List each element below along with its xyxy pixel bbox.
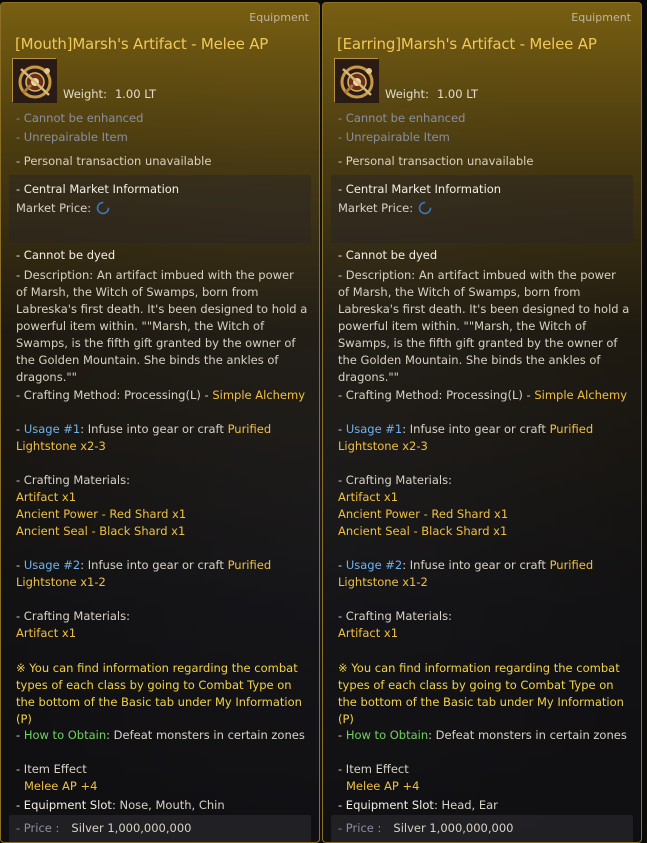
equipment-slot: - Equipment Slot: Nose, Mouth, Chin bbox=[16, 798, 225, 812]
item-effect-label: - Item Effect bbox=[338, 762, 409, 776]
usage-1-label: Usage #1 bbox=[345, 422, 403, 436]
materials-2-label: - Crafting Materials: bbox=[16, 609, 130, 623]
how-to-obtain: - How to Obtain: Defeat monsters in cert… bbox=[338, 728, 627, 742]
combat-type-note: ※ You can find information regarding the… bbox=[16, 661, 302, 726]
weight-row: Weight: 1.00 LT bbox=[63, 87, 156, 101]
usage-1: - Usage #1: Infuse into gear or craft Pu… bbox=[16, 422, 272, 436]
cannot-enhance: - Cannot be enhanced bbox=[338, 111, 466, 125]
usage-1-item-a: Purified bbox=[549, 422, 594, 436]
cannot-enhance: - Cannot be enhanced bbox=[16, 111, 144, 125]
item-description: - Description: An artifact imbued with t… bbox=[16, 268, 308, 384]
how-to-obtain-label: How to Obtain bbox=[345, 728, 429, 742]
usage-1-text: : Infuse into gear or craft bbox=[402, 422, 550, 436]
cannot-dye: - Cannot be dyed bbox=[16, 248, 116, 262]
personal-transaction: - Personal transaction unavailable bbox=[338, 154, 534, 168]
item-tooltip-mouth: Equipment [Mouth]Marsh's Artifact - Mele… bbox=[0, 2, 320, 843]
price-label: - Price : bbox=[338, 821, 382, 835]
weight-row: Weight: 1.00 LT bbox=[385, 87, 478, 101]
item-category: Equipment bbox=[249, 11, 309, 24]
price-value: Silver 1,000,000,000 bbox=[393, 821, 514, 835]
usage-2-item-a: Purified bbox=[549, 558, 594, 572]
usage-2-item-b: Lightstone x1-2 bbox=[16, 575, 106, 589]
usage-1: - Usage #1: Infuse into gear or craft Pu… bbox=[338, 422, 594, 436]
crafting-method-value: Simple Alchemy bbox=[534, 388, 628, 402]
item-icon-frame bbox=[12, 58, 57, 103]
item-title: [Earring]Marsh's Artifact - Melee AP bbox=[337, 35, 597, 53]
equipment-slot-value: : Head, Ear bbox=[433, 798, 498, 812]
item-description: - Description: An artifact imbued with t… bbox=[338, 268, 630, 384]
how-to-obtain: - How to Obtain: Defeat monsters in cert… bbox=[16, 728, 305, 742]
material-item: Ancient Power - Red Shard x1 bbox=[338, 507, 509, 521]
market-price-label: Market Price: bbox=[16, 201, 92, 215]
combat-type-note: ※ You can find information regarding the… bbox=[338, 661, 624, 726]
usage-2-item-b: Lightstone x1-2 bbox=[338, 575, 428, 589]
materials-1-label: - Crafting Materials: bbox=[16, 473, 130, 487]
market-header: - Central Market Information bbox=[338, 182, 502, 196]
materials-2-label: - Crafting Materials: bbox=[338, 609, 452, 623]
material-item: Ancient Seal - Black Shard x1 bbox=[16, 524, 186, 538]
loading-spinner-icon bbox=[418, 201, 432, 215]
material-item: Ancient Power - Red Shard x1 bbox=[16, 507, 187, 521]
usage-2-item-a: Purified bbox=[227, 558, 272, 572]
item-category: Equipment bbox=[571, 11, 631, 24]
price-label: - Price : bbox=[16, 821, 60, 835]
personal-transaction: - Personal transaction unavailable bbox=[16, 154, 212, 168]
item-icon-frame bbox=[334, 58, 379, 103]
usage-1-item-a: Purified bbox=[227, 422, 272, 436]
price-value: Silver 1,000,000,000 bbox=[71, 821, 192, 835]
unrepairable: - Unrepairable Item bbox=[16, 130, 128, 144]
crafting-method-value: Simple Alchemy bbox=[212, 388, 306, 402]
usage-2-text: : Infuse into gear or craft bbox=[80, 558, 228, 572]
equipment-slot-value: : Nose, Mouth, Chin bbox=[111, 798, 225, 812]
how-to-obtain-text: : Defeat monsters in certain zones bbox=[106, 728, 305, 742]
weight-value: 1.00 LT bbox=[436, 87, 479, 101]
price-row: - Price : Silver 1,000,000,000 bbox=[16, 821, 191, 835]
usage-1-item-b: Lightstone x2-3 bbox=[338, 439, 428, 453]
usage-1-item-b: Lightstone x2-3 bbox=[16, 439, 106, 453]
material-item: Artifact x1 bbox=[338, 490, 399, 504]
unrepairable: - Unrepairable Item bbox=[338, 130, 450, 144]
usage-2: - Usage #2: Infuse into gear or craft Pu… bbox=[16, 558, 272, 572]
item-effect-value: Melee AP +4 bbox=[346, 779, 420, 793]
crafting-method: - Crafting Method: Processing(L) - Simpl… bbox=[338, 388, 627, 402]
price-row: - Price : Silver 1,000,000,000 bbox=[338, 821, 513, 835]
weight-label: Weight: bbox=[385, 87, 429, 101]
material-item: Artifact x1 bbox=[16, 626, 77, 640]
usage-2: - Usage #2: Infuse into gear or craft Pu… bbox=[338, 558, 594, 572]
item-effect-value: Melee AP +4 bbox=[24, 779, 98, 793]
item-tooltip-earring: Equipment [Earring]Marsh's Artifact - Me… bbox=[322, 2, 642, 843]
market-header: - Central Market Information bbox=[16, 182, 180, 196]
item-title: [Mouth]Marsh's Artifact - Melee AP bbox=[15, 35, 269, 53]
item-effect-label: - Item Effect bbox=[16, 762, 87, 776]
usage-2-text: : Infuse into gear or craft bbox=[402, 558, 550, 572]
artifact-item-icon bbox=[335, 59, 379, 103]
material-item: Artifact x1 bbox=[16, 490, 77, 504]
usage-1-label: Usage #1 bbox=[23, 422, 81, 436]
materials-1-label: - Crafting Materials: bbox=[338, 473, 452, 487]
crafting-method: - Crafting Method: Processing(L) - Simpl… bbox=[16, 388, 305, 402]
material-item: Ancient Seal - Black Shard x1 bbox=[338, 524, 508, 538]
material-item: Artifact x1 bbox=[338, 626, 399, 640]
equipment-slot: - Equipment Slot: Head, Ear bbox=[338, 798, 498, 812]
equipment-slot-label: - Equipment Slot bbox=[16, 798, 112, 812]
crafting-method-prefix: - Crafting Method: Processing(L) - bbox=[338, 388, 535, 402]
cannot-dye: - Cannot be dyed bbox=[338, 248, 438, 262]
artifact-item-icon bbox=[13, 59, 57, 103]
how-to-obtain-label: How to Obtain bbox=[23, 728, 107, 742]
crafting-method-prefix: - Crafting Method: Processing(L) - bbox=[16, 388, 213, 402]
equipment-slot-label: - Equipment Slot bbox=[338, 798, 434, 812]
weight-value: 1.00 LT bbox=[114, 87, 157, 101]
how-to-obtain-text: : Defeat monsters in certain zones bbox=[428, 728, 627, 742]
market-price-label: Market Price: bbox=[338, 201, 414, 215]
loading-spinner-icon bbox=[96, 201, 110, 215]
usage-2-label: Usage #2 bbox=[23, 558, 81, 572]
usage-2-label: Usage #2 bbox=[345, 558, 403, 572]
weight-label: Weight: bbox=[63, 87, 107, 101]
usage-1-text: : Infuse into gear or craft bbox=[80, 422, 228, 436]
